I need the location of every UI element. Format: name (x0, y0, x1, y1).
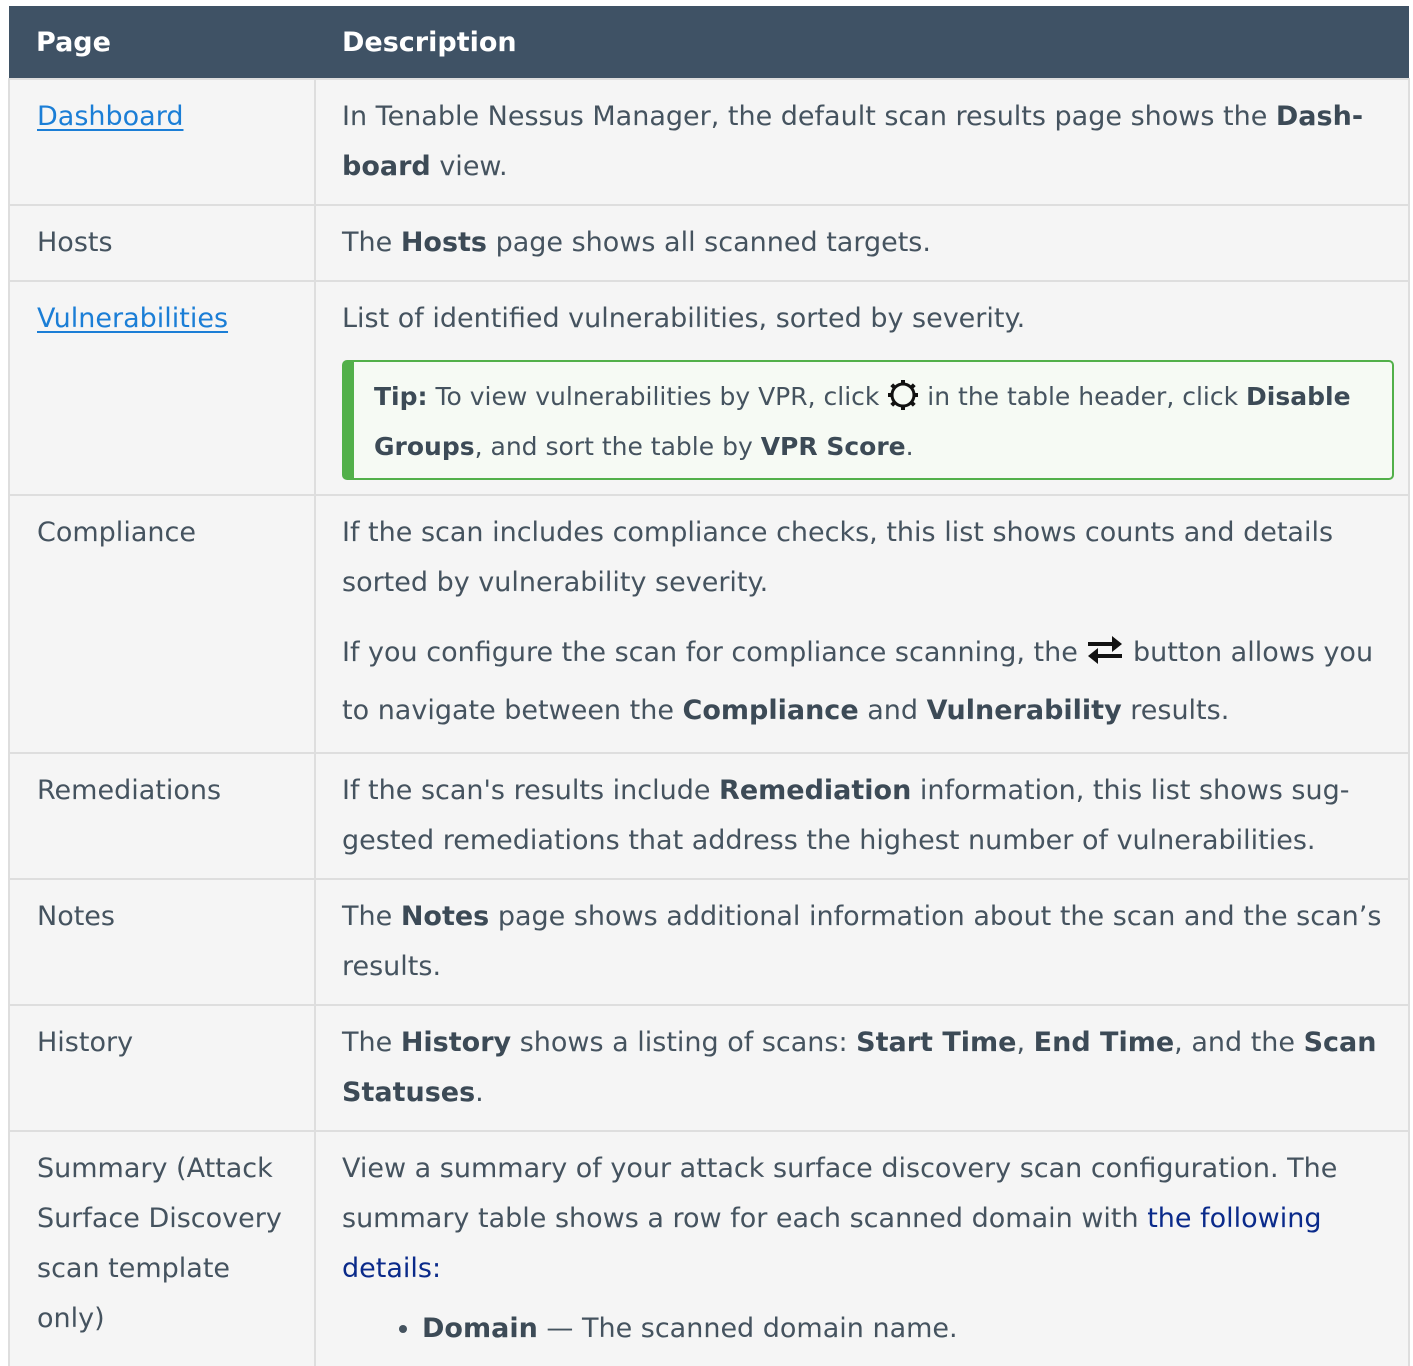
list-item: Domain — The scanned domain name. (422, 1304, 1394, 1354)
description-text: . (475, 1077, 484, 1108)
bold-term: VPR Score (760, 432, 906, 461)
description-cell: List of identified vulnerabilities, sort… (314, 280, 1410, 496)
table-row: Hosts The Hosts page shows all scanned t… (8, 204, 1410, 282)
bold-term: Notes (400, 901, 490, 932)
page-cell: Compliance (8, 494, 316, 754)
description-text: and (858, 695, 927, 726)
table-row: Remediations If the scan's results inclu… (8, 752, 1410, 880)
table-row: Dashboard In Tenable Nessus Manager, the… (8, 78, 1410, 206)
bold-term: History (400, 1027, 512, 1058)
details-list: Domain — The scanned domain name. (342, 1304, 1394, 1354)
bold-term: Compliance (682, 695, 859, 726)
tip-label: Tip: (374, 382, 428, 411)
swap-arrows-icon (1086, 628, 1124, 664)
bold-term: End Time (1033, 1027, 1175, 1058)
bold-term: Hosts (400, 227, 488, 258)
tip-callout: Tip: To view vulnerabilities by VPR, cli… (342, 360, 1394, 480)
page-cell: Remediations (8, 752, 316, 880)
description-cell: The Hosts page shows all scanned targets… (314, 204, 1410, 282)
scan-results-pages-table: Page Description Dashboard In Tenable Ne… (8, 6, 1410, 1366)
description-text: — The scanned domain name. (537, 1313, 958, 1344)
page-cell: Vulnerabilities (8, 280, 316, 496)
vulnerabilities-link[interactable]: Vulnerabilities (37, 303, 228, 334)
table-row: Compliance If the scan includes complian… (8, 494, 1410, 754)
bold-term: Start Time (856, 1027, 1017, 1058)
page-cell: History (8, 1004, 316, 1132)
page-cell: Notes (8, 878, 316, 1006)
tip-text: To view vulnerabilities by VPR, click (427, 382, 888, 411)
bold-term: Remediation (719, 775, 912, 806)
tip-text: , and sort the table by (474, 432, 761, 461)
description-cell: View a summary of your attack surface di… (314, 1130, 1410, 1366)
tip-text: in the table header, click (919, 382, 1247, 411)
bold-term: Domain (422, 1313, 538, 1344)
table-row: Summary (Attack Surface Dis­covery scan … (8, 1130, 1410, 1366)
description-paragraph: View a summary of your attack surface di… (342, 1144, 1394, 1294)
description-cell: If the scan includes compliance checks, … (314, 494, 1410, 754)
description-text: page shows all scanned targets. (487, 227, 931, 258)
table-row: Notes The Notes page shows additional in… (8, 878, 1410, 1006)
table-row: Vulnerabilities List of identified vulne… (8, 280, 1410, 496)
page-cell: Summary (Attack Surface Dis­covery scan … (8, 1130, 316, 1366)
description-cell: If the scan's results include Remediatio… (314, 752, 1410, 880)
description-cell: The History shows a listing of scans: St… (314, 1004, 1410, 1132)
table-header-row: Page Description (9, 6, 1409, 79)
description-text: The (342, 227, 401, 258)
bold-term: Vulnerability (926, 695, 1122, 726)
description-text: List of identified vulnerabilities, sort… (342, 303, 1026, 334)
page-cell: Hosts (8, 204, 316, 282)
description-text: page shows additional information about … (342, 901, 1382, 982)
column-header-page: Page (9, 6, 315, 79)
description-text: The (342, 901, 401, 932)
description-text: If the scan's results include (342, 775, 720, 806)
description-cell: The Notes page shows additional informat… (314, 878, 1410, 1006)
description-paragraph: If you configure the scan for compliance… (342, 624, 1394, 740)
pages-table: Page Description Dashboard In Tenable Ne… (8, 6, 1410, 1366)
description-text: In Tenable Nessus Manager, the default s… (342, 101, 1276, 132)
description-text: , and the (1174, 1027, 1304, 1058)
description-text: , (1016, 1027, 1034, 1058)
table-row: History The History shows a listing of s… (8, 1004, 1410, 1132)
column-header-description: Description (315, 6, 1409, 79)
description-text: If the scan includes compliance checks, … (342, 517, 1334, 598)
description-text: results. (1121, 695, 1230, 726)
description-text: shows a listing of scans: (511, 1027, 857, 1058)
tip-text: . (905, 432, 914, 461)
gear-icon (887, 378, 919, 410)
description-text: view. (430, 151, 508, 182)
description-text: The (342, 1027, 401, 1058)
description-text: If you configure the scan for compliance… (342, 637, 1087, 668)
dashboard-link[interactable]: Dashboard (37, 101, 183, 132)
description-cell: In Tenable Nessus Manager, the default s… (314, 78, 1410, 206)
page-cell: Dashboard (8, 78, 316, 206)
